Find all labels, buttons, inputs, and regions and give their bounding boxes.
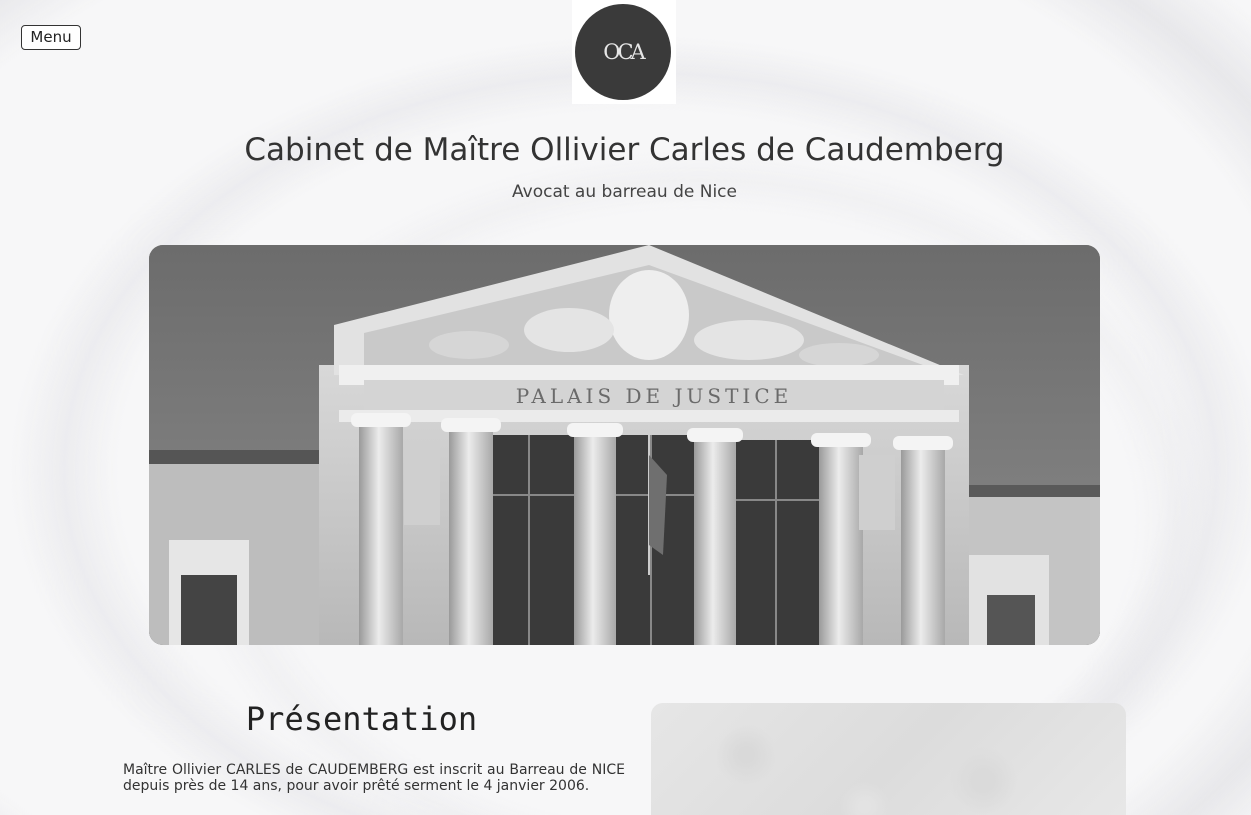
courthouse-illustration: PALAIS DE JUSTICE: [149, 245, 1100, 645]
menu-button[interactable]: Menu: [21, 25, 81, 50]
marble-image: [651, 703, 1126, 815]
logo[interactable]: OCA: [572, 0, 676, 104]
presentation-text: Maître Ollivier CARLES de CAUDEMBERG est…: [123, 762, 625, 794]
logo-circle: OCA: [575, 4, 671, 100]
page-title: Cabinet de Maître Ollivier Carles de Cau…: [244, 132, 1005, 168]
presentation-heading: Présentation: [245, 700, 478, 738]
page-subtitle: Avocat au barreau de Nice: [512, 182, 737, 202]
logo-text: OCA: [603, 40, 645, 64]
hero-image: PALAIS DE JUSTICE: [149, 245, 1100, 645]
inscription-text: PALAIS DE JUSTICE: [516, 384, 792, 408]
